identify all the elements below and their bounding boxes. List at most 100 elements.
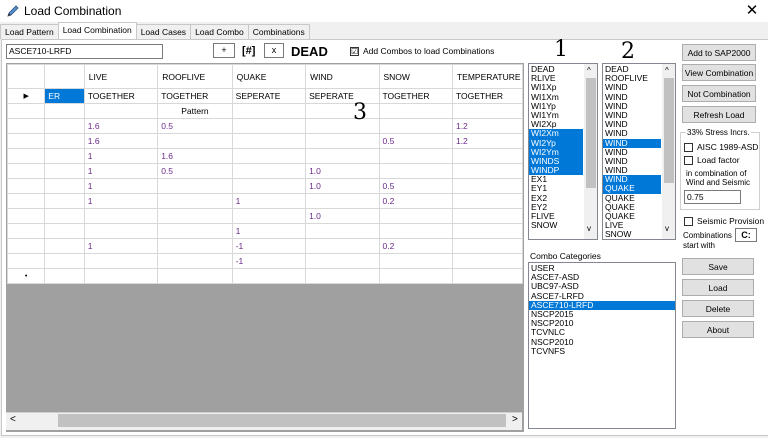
grid-cell[interactable] [451, 148, 523, 164]
grid-cell[interactable] [451, 238, 523, 254]
row-header[interactable] [7, 103, 46, 119]
start-prefix-field[interactable]: C: [735, 228, 757, 242]
row-header[interactable] [7, 163, 46, 179]
grid-cell[interactable]: SEPERATE [231, 88, 307, 104]
grid-cell[interactable] [451, 178, 523, 194]
grid-cell[interactable]: -1 [231, 238, 307, 254]
grid-cell[interactable] [44, 178, 85, 194]
grid-cell[interactable]: 1 [231, 223, 307, 239]
grid-cell[interactable]: 1.6 [83, 133, 159, 149]
grid-cell[interactable] [378, 268, 453, 284]
tab-load-cases[interactable]: Load Cases [135, 24, 192, 39]
grid-cell[interactable]: 1.0 [305, 178, 380, 194]
grid-cell[interactable] [451, 103, 523, 119]
grid-cell[interactable] [231, 133, 307, 149]
grid-cell[interactable]: TOGETHER [378, 88, 453, 104]
column-header[interactable]: SNOW [378, 64, 453, 89]
grid-cell[interactable]: 1 [83, 163, 159, 179]
grid-cell[interactable] [231, 178, 307, 194]
row-header[interactable] [7, 253, 46, 269]
list1-scroll-up-icon[interactable]: ^ [587, 66, 591, 75]
add-to-sap-button[interactable]: Add to SAP2000 [682, 44, 756, 61]
row-header[interactable] [7, 148, 46, 164]
grid-cell[interactable]: 1 [83, 178, 159, 194]
grid-cell[interactable] [305, 148, 380, 164]
grid-cell[interactable] [231, 103, 307, 119]
table-row[interactable]: 1 -1 0.2 [7, 238, 523, 254]
grid-cell[interactable] [451, 268, 523, 284]
grid-cell[interactable]: 1.2 [451, 118, 523, 134]
grid-cell[interactable] [44, 193, 85, 209]
grid-cell[interactable] [157, 238, 233, 254]
plus-field[interactable]: + [213, 43, 235, 58]
row-header[interactable] [7, 118, 46, 134]
grid-cell[interactable]: 1.6 [157, 148, 233, 164]
grid-cell[interactable]: 1 [83, 148, 159, 164]
grid-cell[interactable]: 1.0 [305, 208, 380, 224]
grid-cell[interactable]: 1.0 [305, 163, 380, 179]
save-button[interactable]: Save [682, 258, 754, 275]
grid-cell[interactable]: 0.5 [157, 163, 233, 179]
grid-cell[interactable] [378, 253, 453, 269]
table-row[interactable]: 1 1.6 [7, 148, 523, 164]
table-row[interactable]: -1 [7, 253, 523, 269]
grid-cell[interactable] [231, 163, 307, 179]
list2-scroll-up-icon[interactable]: ^ [665, 66, 669, 75]
grid-cell[interactable] [83, 103, 159, 119]
grid-cell[interactable]: -1 [231, 253, 307, 269]
grid-cell[interactable] [451, 253, 523, 269]
grid-cell[interactable] [83, 223, 159, 239]
load-type-list[interactable]: DEAD ROOFLIVE WIND WIND WIND WIND WIND WIND WIND… [602, 63, 676, 240]
grid-cell[interactable] [44, 238, 85, 254]
grid-cell[interactable] [44, 268, 85, 284]
grid-cell[interactable] [305, 118, 380, 134]
grid-cell[interactable] [451, 193, 523, 209]
combination-grid[interactable]: LIVE ROOFLIVE QUAKE WIND SNOW TEMPERATURE ▶ ER T… [6, 63, 524, 432]
factor-field[interactable]: 0.75 [684, 190, 741, 204]
not-combination-button[interactable]: Not Combination [682, 85, 756, 102]
grid-cell[interactable]: TOGETHER [451, 88, 523, 104]
tab-load-combo[interactable]: Load Combo [190, 24, 249, 39]
grid-cell[interactable] [44, 253, 85, 269]
grid-cell[interactable] [157, 208, 233, 224]
grid-cell[interactable] [44, 208, 85, 224]
grid-cell[interactable]: 0.2 [378, 238, 453, 254]
scroll-left-icon[interactable]: < [10, 414, 16, 425]
column-header[interactable]: ROOFLIVE [157, 64, 233, 89]
grid-cell[interactable] [378, 148, 453, 164]
grid-scroll-thumb[interactable] [58, 414, 506, 427]
grid-cell[interactable] [44, 148, 85, 164]
list2-scroll-down-icon[interactable]: v [665, 224, 669, 233]
close-icon[interactable]: ✕ [743, 1, 761, 19]
grid-cell[interactable] [305, 193, 380, 209]
tab-load-pattern[interactable]: Load Pattern [0, 24, 59, 39]
grid-cell[interactable]: 0.5 [378, 133, 453, 149]
row-header[interactable] [7, 133, 46, 149]
grid-cell[interactable] [231, 208, 307, 224]
grid-cell[interactable] [231, 118, 307, 134]
column-header[interactable]: QUAKE [231, 64, 307, 89]
tab-load-combination[interactable]: Load Combination [57, 22, 137, 39]
grid-cell[interactable] [83, 268, 159, 284]
grid-cell[interactable] [378, 118, 453, 134]
scroll-right-icon[interactable]: > [512, 414, 518, 425]
grid-cell[interactable]: TOGETHER [157, 88, 233, 104]
grid-cell[interactable] [305, 103, 380, 119]
table-row[interactable]: 1.6 0.5 1.2 [7, 118, 523, 134]
grid-cell[interactable]: Pattern [157, 103, 233, 119]
grid-cell[interactable] [44, 103, 85, 119]
refresh-load-button[interactable]: Refresh Load [682, 106, 756, 123]
combo-name-field[interactable]: ASCE710-LRFD [6, 44, 163, 59]
table-row[interactable]: Pattern [7, 103, 523, 119]
list-item[interactable]: SNOW [529, 220, 583, 230]
tab-combinations[interactable]: Combinations [247, 24, 310, 39]
list2-scroll-thumb[interactable] [664, 78, 674, 183]
load-button[interactable]: Load [682, 279, 754, 296]
grid-cell[interactable] [378, 103, 453, 119]
grid-cell[interactable] [231, 148, 307, 164]
grid-cell-selected[interactable]: ER [44, 88, 85, 104]
grid-cell[interactable] [83, 208, 159, 224]
table-row[interactable]: 1 0.5 1.0 [7, 163, 523, 179]
table-row[interactable]: 1 [7, 223, 523, 239]
row-header[interactable] [7, 238, 46, 254]
